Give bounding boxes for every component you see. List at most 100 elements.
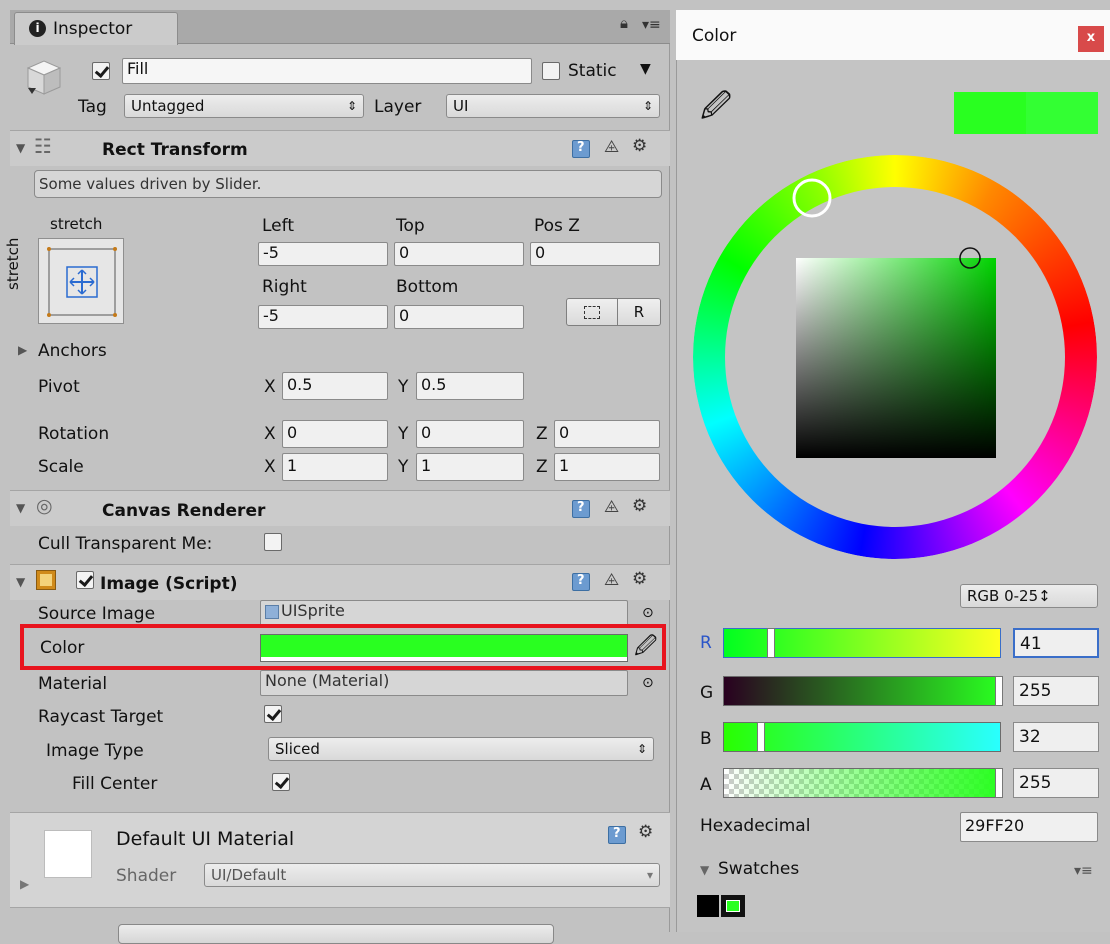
scale-label: Scale [38,457,84,477]
g-slider[interactable] [723,676,1003,706]
image-enabled-checkbox[interactable] [76,571,94,589]
tag-dropdown[interactable]: Untagged ⇕ [124,94,364,118]
foldout-icon[interactable]: ▼ [16,142,25,154]
stretch-v-label: stretch [4,237,22,290]
swatches-label[interactable]: Swatches [718,861,799,878]
gameobject-icon [24,58,64,98]
r-slider-thumb[interactable] [767,628,775,658]
cull-checkbox[interactable] [264,533,282,551]
help-icon[interactable] [572,140,590,158]
source-image-field[interactable]: UISprite [260,600,628,626]
color-mode-value: RGB 0-25↕ [967,587,1051,605]
rotation-y-input[interactable]: 0 [416,420,524,448]
pivot-x-input[interactable]: 0.5 [282,372,388,400]
canvas-renderer-title: Canvas Renderer [102,501,266,521]
rotation-x-input[interactable]: 0 [282,420,388,448]
g-slider-thumb[interactable] [995,676,1003,706]
preset-icon[interactable]: ⨹ [604,572,619,589]
blueprint-button[interactable] [566,298,618,326]
panel-menu-icon[interactable]: ▾≡ [642,18,661,32]
raw-edit-label: R [633,303,645,321]
a-slider[interactable] [723,768,1003,798]
swatch-black[interactable] [697,895,719,917]
rect-transform-icon: ☷ [34,134,52,158]
fill-center-label: Fill Center [72,774,158,794]
lock-icon[interactable]: 🔒︎ [620,16,628,31]
inspector-tab[interactable]: i Inspector [14,12,178,45]
gear-icon[interactable]: ⚙ [632,136,647,156]
raycast-checkbox[interactable] [264,705,282,723]
rotation-z-input[interactable]: 0 [554,420,660,448]
preset-icon[interactable]: ⨹ [604,499,619,516]
swatches-foldout-icon[interactable]: ▼ [700,864,709,876]
left-input[interactable]: -5 [258,242,388,266]
material-field[interactable]: None (Material) [260,670,628,696]
hex-input[interactable]: 29FF20 [960,812,1098,842]
close-icon: x [1086,30,1096,45]
static-dropdown-icon[interactable]: ▼ [640,62,651,76]
scale-y-input[interactable]: 1 [416,453,524,481]
anchors-label[interactable]: Anchors [38,343,107,360]
image-type-dropdown[interactable]: Sliced ⇕ [268,737,654,761]
scale-z-label: Z [536,457,548,477]
anchor-preset-button[interactable] [38,238,124,324]
static-checkbox[interactable] [542,62,560,80]
b-slider[interactable] [723,722,1001,752]
shader-dropdown[interactable]: UI/Default ▾ [204,863,660,887]
top-input[interactable]: 0 [394,242,524,266]
b-label: B [700,729,712,749]
swatch-add-current[interactable] [721,895,745,917]
rot-y-label: Y [398,424,409,444]
b-slider-thumb[interactable] [757,722,765,752]
previous-color [1026,92,1098,134]
left-label: Left [262,216,294,236]
gear-icon[interactable]: ⚙ [632,569,647,589]
g-value-input[interactable]: 255 [1013,676,1099,706]
r-value-input[interactable]: 41 [1013,628,1099,658]
sprite-icon [265,604,279,619]
right-input[interactable]: -5 [258,305,388,329]
source-image-label: Source Image [38,604,156,624]
help-icon[interactable] [572,500,590,518]
raw-edit-button[interactable]: R [617,298,661,326]
object-name-input[interactable]: Fill [122,58,532,84]
updown-icon: ⇕ [636,742,647,756]
color-row-highlight [20,624,666,670]
object-picker-icon[interactable]: ⊙ [642,676,654,690]
fill-center-checkbox[interactable] [272,773,290,791]
gear-icon[interactable]: ⚙ [632,496,647,516]
r-slider[interactable] [723,628,1001,658]
add-component-button[interactable] [118,924,554,944]
scale-x-input[interactable]: 1 [282,453,388,481]
bottom-input[interactable]: 0 [394,305,524,329]
canvas-renderer-icon: ◎ [36,495,53,517]
gear-icon[interactable]: ⚙ [638,822,653,842]
eyedropper-icon[interactable]: 🖉︎ [700,92,732,122]
foldout-icon[interactable]: ▶ [20,878,29,890]
color-window-titlebar[interactable] [676,10,1110,60]
color-wheel[interactable] [693,155,1097,559]
pivot-y-label: Y [398,377,409,397]
shader-value: UI/Default [211,866,287,884]
close-button[interactable]: x [1078,26,1104,52]
a-label: A [700,775,712,795]
driven-note: Some values driven by Slider. [34,170,662,198]
material-section [10,812,670,908]
foldout-icon[interactable]: ▼ [16,576,25,588]
anchors-foldout-icon[interactable]: ▶ [18,344,27,356]
foldout-icon[interactable]: ▼ [16,502,25,514]
color-mode-dropdown[interactable]: RGB 0-25↕ [960,584,1098,608]
a-slider-thumb[interactable] [995,768,1003,798]
object-picker-icon[interactable]: ⊙ [642,606,654,620]
active-checkbox[interactable] [92,62,110,80]
scale-z-input[interactable]: 1 [554,453,660,481]
swatches-menu-icon[interactable]: ▾≡ [1074,864,1093,878]
preset-icon[interactable]: ⨹ [604,139,619,156]
a-value-input[interactable]: 255 [1013,768,1099,798]
posz-input[interactable]: 0 [530,242,660,266]
layer-dropdown[interactable]: UI ⇕ [446,94,660,118]
pivot-y-input[interactable]: 0.5 [416,372,524,400]
b-value-input[interactable]: 32 [1013,722,1099,752]
help-icon[interactable] [572,573,590,591]
help-icon[interactable] [608,826,626,844]
